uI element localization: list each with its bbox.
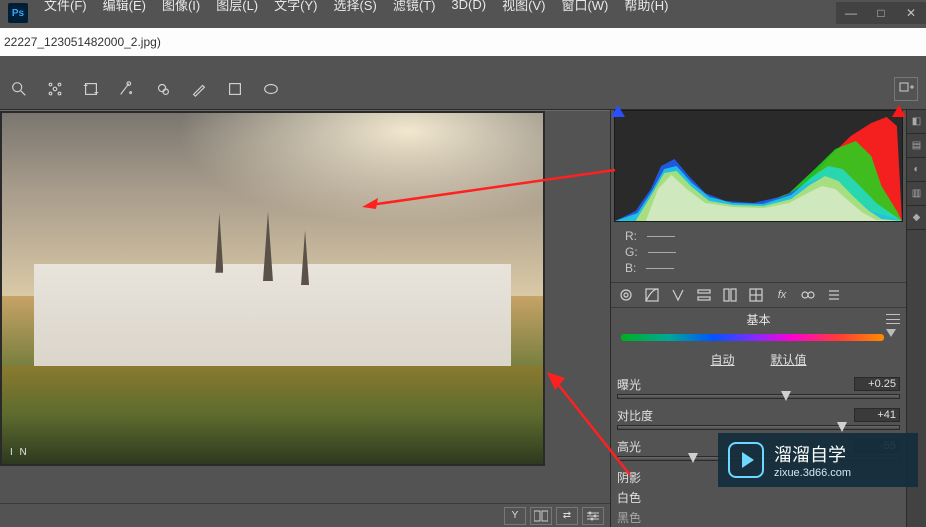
- auto-link[interactable]: 自动: [710, 351, 734, 368]
- blacks-label: 黑色: [617, 509, 671, 526]
- document-canvas[interactable]: I N: [0, 111, 545, 466]
- menu-edit[interactable]: 编辑(E): [95, 0, 154, 18]
- presets-tab-icon[interactable]: [823, 285, 845, 305]
- before-after-button[interactable]: [530, 507, 552, 525]
- settings-button[interactable]: [582, 507, 604, 525]
- menu-3d[interactable]: 3D(D): [443, 0, 494, 16]
- lens-tab-icon[interactable]: [745, 285, 767, 305]
- menu-bar: 文件(F) 编辑(E) 图像(I) 图层(L) 文字(Y) 选择(S) 滤镜(T…: [36, 0, 676, 8]
- section-menu-icon[interactable]: [886, 314, 900, 324]
- fx-tab-icon[interactable]: fx: [771, 285, 793, 305]
- minimize-button[interactable]: —: [836, 2, 866, 24]
- contrast-value[interactable]: +41: [854, 408, 900, 422]
- play-icon: [728, 442, 764, 478]
- white-balance-spectrum[interactable]: [611, 330, 906, 345]
- menu-window[interactable]: 窗口(W): [553, 0, 616, 18]
- highlights-thumb[interactable]: [688, 453, 698, 463]
- straighten-tool-icon[interactable]: [116, 78, 138, 100]
- adjustment-tabs: fx: [611, 282, 906, 308]
- gradient-tool-icon[interactable]: [224, 78, 246, 100]
- swap-button[interactable]: ⇄: [556, 507, 578, 525]
- watermark-url: zixue.3d66.com: [774, 467, 851, 479]
- contrast-label: 对比度: [617, 407, 671, 424]
- calibration-tab-icon[interactable]: [797, 285, 819, 305]
- camera-raw-toolbar: [0, 68, 926, 110]
- shadows-label: 阴影: [617, 469, 671, 486]
- menu-type[interactable]: 文字(Y): [266, 0, 325, 18]
- window-controls: — □ ✕: [836, 2, 926, 24]
- r-label: R:: [625, 229, 637, 243]
- menu-image[interactable]: 图像(I): [154, 0, 208, 18]
- presets-button[interactable]: [894, 77, 918, 101]
- exposure-slider[interactable]: [617, 394, 900, 399]
- image-watermark: I N: [10, 447, 29, 458]
- rgb-readout: R: G: B:: [611, 222, 906, 282]
- shadow-clip-marker-icon[interactable]: [611, 105, 625, 117]
- menu-filter[interactable]: 滤镜(T): [385, 0, 444, 18]
- curve-tab-icon[interactable]: [641, 285, 663, 305]
- brush-tool-icon[interactable]: [188, 78, 210, 100]
- highlight-clip-marker-icon[interactable]: [892, 105, 906, 117]
- status-bar: Y ⇄: [0, 503, 610, 527]
- basic-tab-icon[interactable]: [615, 285, 637, 305]
- default-link[interactable]: 默认值: [771, 351, 807, 368]
- detail-tab-icon[interactable]: [667, 285, 689, 305]
- highlights-label: 高光: [617, 438, 671, 455]
- maximize-button[interactable]: □: [866, 2, 896, 24]
- whites-row: 白色: [611, 487, 906, 507]
- tutorial-watermark: 溜溜自学 zixue.3d66.com: [718, 433, 918, 487]
- crop-tool-icon[interactable]: [80, 78, 102, 100]
- exposure-thumb[interactable]: [781, 391, 791, 401]
- hand-tool-icon[interactable]: [44, 78, 66, 100]
- side-tab-5[interactable]: ◆: [907, 206, 926, 230]
- contrast-slider[interactable]: [617, 425, 900, 430]
- watermark-title: 溜溜自学: [774, 441, 851, 467]
- radial-tool-icon[interactable]: [260, 78, 282, 100]
- exposure-row: 曝光 +0.25: [611, 374, 906, 394]
- contrast-row: 对比度 +41: [611, 405, 906, 425]
- document-tab-bar: 22227_123051482000_2.jpg): [0, 28, 926, 56]
- menu-layer[interactable]: 图层(L): [208, 0, 266, 18]
- g-label: G:: [625, 245, 638, 259]
- blacks-row: 黑色: [611, 507, 906, 527]
- side-tab-2[interactable]: ▤: [907, 134, 926, 158]
- zoom-tool-icon[interactable]: [8, 78, 30, 100]
- basic-section-title: 基本: [746, 311, 770, 328]
- menu-select[interactable]: 选择(S): [325, 0, 384, 18]
- b-label: B:: [625, 261, 636, 275]
- app-logo-icon: Ps: [8, 3, 28, 23]
- side-tab-1[interactable]: ◧: [907, 110, 926, 134]
- title-bar: Ps 文件(F) 编辑(E) 图像(I) 图层(L) 文字(Y) 选择(S) 滤…: [0, 0, 926, 26]
- exposure-value[interactable]: +0.25: [854, 377, 900, 391]
- menu-help[interactable]: 帮助(H): [616, 0, 676, 18]
- basic-section-header: 基本: [611, 308, 906, 330]
- close-button[interactable]: ✕: [896, 2, 926, 24]
- document-tab-label[interactable]: 22227_123051482000_2.jpg): [4, 35, 161, 49]
- histogram[interactable]: [614, 110, 903, 222]
- contrast-thumb[interactable]: [837, 422, 847, 432]
- shadow-clipping-button[interactable]: Y: [504, 507, 526, 525]
- auto-default-row: 自动 默认值: [611, 345, 906, 374]
- menu-file[interactable]: 文件(F): [36, 0, 95, 18]
- whites-label: 白色: [617, 489, 671, 506]
- menu-view[interactable]: 视图(V): [494, 0, 553, 18]
- side-tab-3[interactable]: ◐: [907, 158, 926, 182]
- hsl-tab-icon[interactable]: [693, 285, 715, 305]
- spot-tool-icon[interactable]: [152, 78, 174, 100]
- canvas-area: I N Y ⇄: [0, 110, 610, 527]
- split-tab-icon[interactable]: [719, 285, 741, 305]
- side-tab-4[interactable]: ▥: [907, 182, 926, 206]
- wb-marker-icon: [886, 329, 896, 337]
- exposure-label: 曝光: [617, 376, 671, 393]
